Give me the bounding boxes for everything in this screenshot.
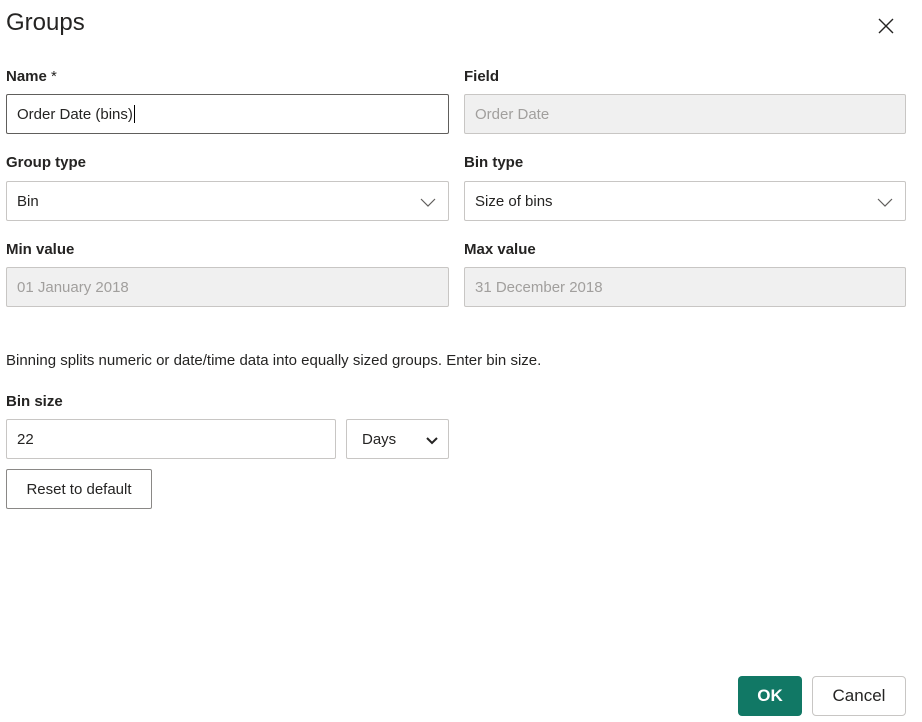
reset-to-default-button[interactable]: Reset to default — [6, 469, 152, 509]
bin-type-dropdown[interactable]: Size of bins — [464, 181, 906, 221]
group-type-dropdown[interactable]: Bin — [6, 181, 449, 221]
max-value-input: 31 December 2018 — [464, 267, 906, 307]
chevron-down-icon — [426, 437, 438, 445]
binning-description: Binning splits numeric or date/time data… — [6, 352, 542, 369]
max-value-label: Max value — [464, 241, 536, 258]
text-cursor — [133, 105, 135, 123]
field-input: Order Date — [464, 94, 906, 134]
bin-size-label: Bin size — [6, 393, 63, 410]
group-type-label: Group type — [6, 154, 87, 171]
name-input[interactable]: Order Date (bins) — [6, 94, 449, 134]
ok-button[interactable]: OK — [738, 676, 802, 716]
required-marker: * — [51, 68, 57, 85]
close-icon — [878, 18, 894, 34]
cancel-button[interactable]: Cancel — [812, 676, 906, 716]
chevron-down-icon — [877, 198, 893, 207]
bin-unit-select[interactable]: Days — [346, 419, 449, 459]
close-button[interactable] — [874, 14, 898, 38]
dialog-title: Groups — [6, 9, 85, 36]
min-value-input: 01 January 2018 — [6, 267, 449, 307]
field-label: Field — [464, 68, 500, 85]
min-value-label: Min value — [6, 241, 75, 258]
bin-size-input[interactable]: 22 — [6, 419, 336, 459]
name-label: Name * — [6, 68, 57, 85]
chevron-down-icon — [420, 198, 436, 207]
bin-type-label: Bin type — [464, 154, 524, 171]
